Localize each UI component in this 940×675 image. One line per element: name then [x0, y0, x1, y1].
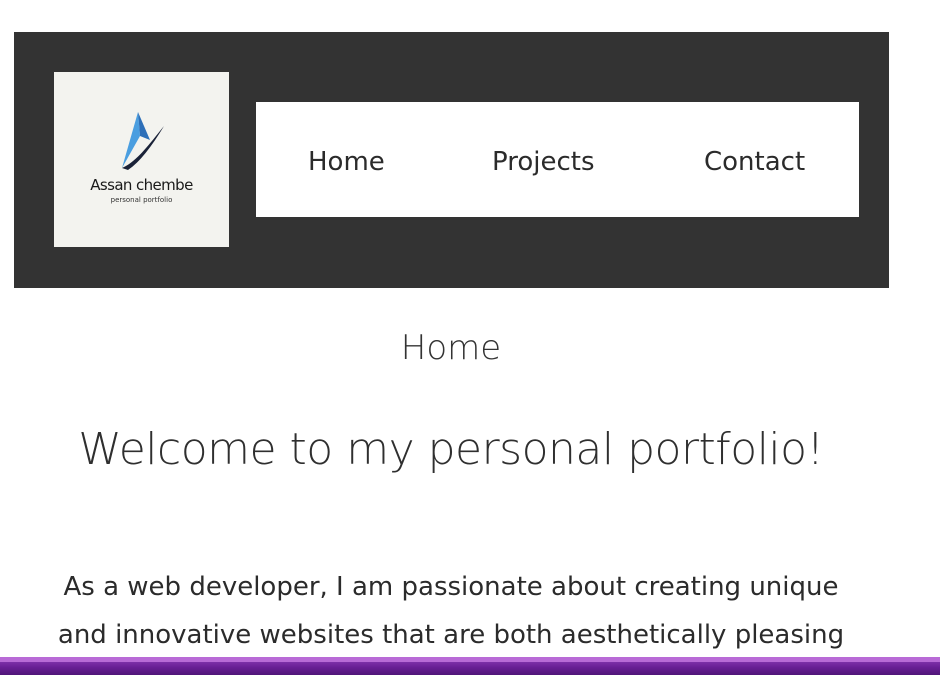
- site-header: Assan chembe personal portfolio Home Pro…: [14, 32, 889, 288]
- page-title: Home: [400, 328, 502, 368]
- logo-tagline: personal portfolio: [110, 196, 173, 204]
- nav-link-projects[interactable]: Projects: [492, 102, 595, 217]
- intro-line: and innovative websites that are both ae…: [57, 620, 845, 650]
- logo-mark-icon: [122, 112, 164, 170]
- welcome-heading: Welcome to my personal portfolio!: [78, 424, 824, 475]
- nav-link-contact[interactable]: Contact: [704, 102, 805, 217]
- intro-line: As a web developer, I am passionate abou…: [63, 572, 839, 602]
- bottom-accent-bar: [0, 657, 940, 675]
- intro-paragraph: As a web developer, I am passionate abou…: [20, 563, 882, 659]
- main-nav: Home Projects Contact: [256, 102, 859, 217]
- logo-name: Assan chembe: [90, 176, 193, 194]
- page: Assan chembe personal portfolio Home Pro…: [0, 0, 940, 675]
- nav-link-home[interactable]: Home: [308, 102, 385, 217]
- site-logo[interactable]: Assan chembe personal portfolio: [54, 72, 229, 247]
